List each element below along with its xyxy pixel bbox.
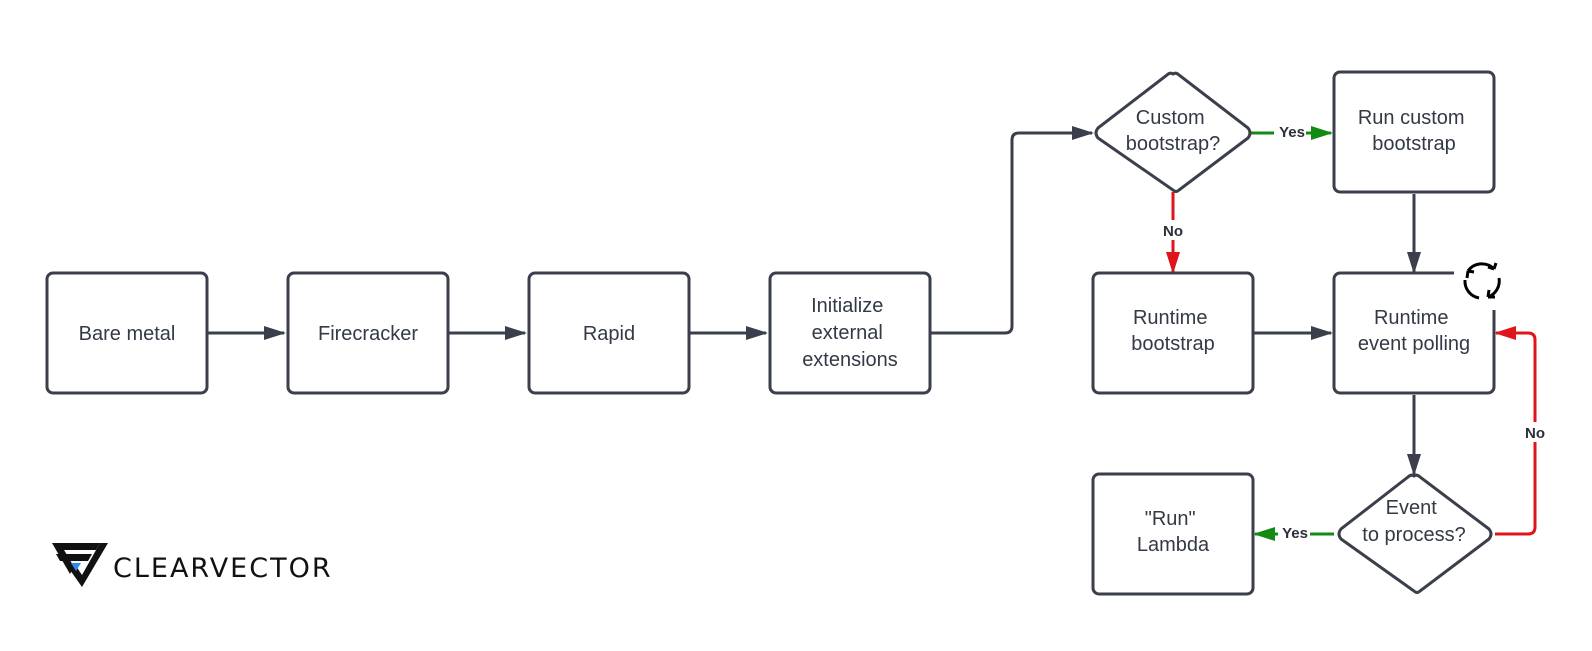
node-custom-bootstrap-decision[interactable]: Custom bootstrap? [1094,71,1252,193]
node-event-to-process-decision[interactable]: Event to process? [1337,473,1493,594]
clearvector-logo-icon [52,543,108,587]
flow-diagram: Yes No Yes No Bare metal Firecracker Rap… [45,70,1550,596]
node-label: Bare metal [79,323,176,345]
clearvector-logo: CLEARVECTOR [52,543,333,587]
node-bare-metal[interactable]: Bare metal [45,271,209,395]
edge-label-event-yes: Yes [1282,525,1308,542]
node-rapid[interactable]: Rapid [527,271,691,395]
edge-label-custom-yes: Yes [1279,124,1305,141]
clearvector-logo-text: CLEARVECTOR [113,553,333,584]
node-runtime-bootstrap[interactable]: Runtime bootstrap [1091,271,1255,395]
node-runtime-event-polling[interactable]: Runtime event polling [1332,258,1504,395]
node-firecracker[interactable]: Firecracker [286,271,450,395]
edge-label-custom-no: No [1163,223,1183,240]
node-label: Firecracker [318,323,418,345]
edge-label-event-no: No [1525,425,1545,442]
node-label: Rapid [583,323,635,345]
edge-init-ext-to-custom-bootstrap [931,126,1094,335]
node-label: Initialize external extensions [802,295,898,371]
node-run-custom-bootstrap[interactable]: Run custom bootstrap [1332,70,1496,194]
node-init-external-extensions[interactable]: Initialize external extensions [768,271,932,395]
node-run-lambda[interactable]: "Run" Lambda [1091,472,1255,596]
